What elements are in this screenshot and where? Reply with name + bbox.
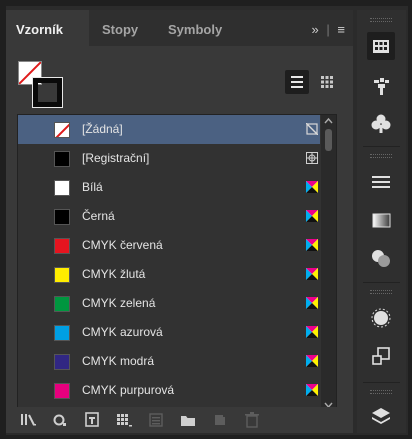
trash-disabled-icon[interactable]: [242, 410, 262, 430]
panel-tab-bar: Vzorník Stopy Symboly » | ≡: [6, 10, 353, 46]
tab-paths[interactable]: Stopy: [102, 10, 138, 46]
cmyk-icon: [306, 181, 318, 193]
registration-icon: [306, 152, 318, 164]
swatch-chip: [54, 238, 70, 254]
dock-grip[interactable]: [370, 18, 392, 22]
swatch-options-icon[interactable]: [82, 410, 102, 430]
tab-controls: » | ≡: [312, 22, 345, 37]
no-edit-icon: [306, 123, 318, 135]
grid-view-icon[interactable]: [315, 70, 339, 94]
list-scrollbar[interactable]: [321, 115, 336, 411]
gradient-panel-icon[interactable]: [367, 206, 395, 234]
new-color-group-disabled-icon[interactable]: [146, 410, 166, 430]
appearance-panel-icon[interactable]: [367, 304, 395, 332]
fill-stroke-indicator[interactable]: [18, 61, 63, 108]
swatch-row[interactable]: [Registrační]: [18, 144, 320, 173]
swatch-row[interactable]: CMYK zelená: [18, 289, 320, 318]
tab-swatches[interactable]: Vzorník: [6, 10, 89, 46]
swatch-row[interactable]: Bílá: [18, 173, 320, 202]
swatch-chip: [54, 296, 70, 312]
swatch-name: CMYK modrá: [82, 354, 155, 368]
swatch-name: CMYK červená: [82, 238, 163, 252]
dock-separator: [363, 382, 400, 383]
tab-divider: |: [326, 22, 330, 37]
scroll-up-icon[interactable]: [321, 115, 336, 127]
swatch-row[interactable]: CMYK modrá: [18, 347, 320, 376]
swatch-row[interactable]: Černá: [18, 202, 320, 231]
bottom-toolbar: [6, 407, 353, 433]
stroke-swatch[interactable]: [32, 77, 63, 108]
cmyk-icon: [306, 268, 318, 280]
swatch-name: CMYK žlutá: [82, 267, 146, 281]
swatch-row[interactable]: [Žádná]: [18, 115, 320, 144]
dock-separator: [363, 282, 400, 283]
transparency-panel-icon[interactable]: [367, 244, 395, 272]
swatch-chip: [54, 122, 70, 138]
swatch-row[interactable]: CMYK červená: [18, 231, 320, 260]
cmyk-icon: [306, 326, 318, 338]
swatch-name: [Žádná]: [82, 122, 123, 136]
swatch-chip: [54, 325, 70, 341]
swatch-row[interactable]: CMYK purpurová: [18, 376, 320, 405]
overflow-tabs-icon[interactable]: »: [312, 22, 319, 37]
stroke-panel-icon[interactable]: [367, 168, 395, 196]
swatch-name: CMYK zelená: [82, 296, 156, 310]
brushes-panel-icon[interactable]: [367, 72, 395, 100]
cmyk-icon: [306, 355, 318, 367]
dock-grip[interactable]: [370, 290, 392, 294]
swatch-chip: [54, 180, 70, 196]
swatch-name: CMYK purpurová: [82, 383, 175, 397]
symbols-panel-icon[interactable]: [367, 110, 395, 138]
panel-menu-icon[interactable]: ≡: [337, 22, 345, 37]
swatch-chip: [54, 209, 70, 225]
list-view-icon[interactable]: [285, 70, 309, 94]
swatch-row[interactable]: CMYK žlutá: [18, 260, 320, 289]
dock-grip[interactable]: [370, 154, 392, 158]
swatch-row[interactable]: CMYK azurová: [18, 318, 320, 347]
dock-grip[interactable]: [370, 390, 392, 394]
swatch-list: [Žádná] [Registrační] Bílá Černá CMYK červen…: [17, 114, 337, 412]
panel-dock: [357, 10, 406, 433]
swatch-libraries-icon[interactable]: [18, 410, 38, 430]
swatch-name: Bílá: [82, 180, 103, 194]
dock-separator: [363, 146, 400, 147]
layers-panel-icon[interactable]: [367, 402, 395, 430]
cmyk-icon: [306, 384, 318, 396]
swatch-name: CMYK azurová: [82, 325, 163, 339]
swatch-chip: [54, 267, 70, 283]
swatches-panel: Vzorník Stopy Symboly » | ≡ [Žádná] [Regi…: [6, 10, 353, 433]
tab-symbols[interactable]: Symboly: [168, 10, 222, 46]
artboards-panel-icon[interactable]: [367, 342, 395, 370]
show-kinds-icon[interactable]: [50, 410, 70, 430]
cmyk-icon: [306, 239, 318, 251]
color-group-icon[interactable]: [114, 410, 134, 430]
swatches-panel-icon[interactable]: [367, 32, 395, 60]
swatch-name: [Registrační]: [82, 151, 150, 165]
cmyk-icon: [306, 297, 318, 309]
folder-icon[interactable]: [178, 410, 198, 430]
swatch-name: Černá: [82, 209, 115, 223]
cmyk-icon: [306, 210, 318, 222]
scroll-thumb[interactable]: [325, 129, 332, 151]
swatch-chip: [54, 151, 70, 167]
new-swatch-disabled-icon[interactable]: [210, 410, 230, 430]
swatch-chip: [54, 383, 70, 399]
swatch-chip: [54, 354, 70, 370]
